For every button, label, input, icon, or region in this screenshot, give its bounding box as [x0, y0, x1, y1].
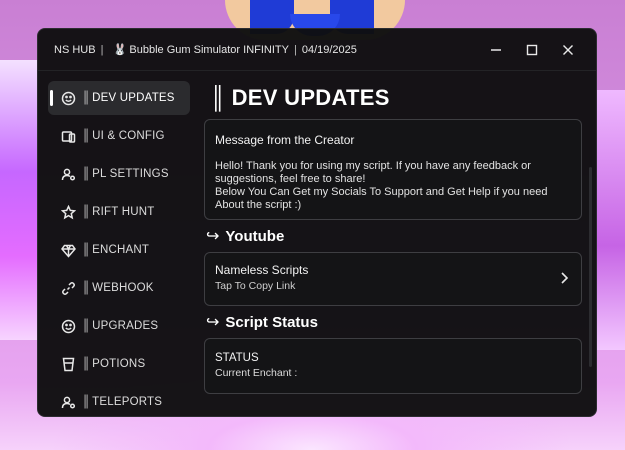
- gem-icon: [60, 242, 76, 258]
- title-pipes: ║: [210, 85, 226, 110]
- maximize-icon: [526, 44, 538, 56]
- message-body: Hello! Thank you for using my script. If…: [215, 160, 571, 212]
- current-enchant-label: Current Enchant :: [215, 367, 298, 379]
- sidebar-item-webhook[interactable]: ║ WEBHOOK: [48, 271, 190, 305]
- label-pipes: ║: [82, 206, 90, 218]
- close-icon: [563, 45, 573, 55]
- sidebar-item-pl-settings[interactable]: ║ PL SETTINGS: [48, 157, 190, 191]
- chevron-right-icon: [559, 271, 569, 290]
- star-icon: [60, 204, 76, 220]
- label-pipes: ║: [82, 168, 90, 180]
- content-scrollbar[interactable]: [589, 167, 592, 367]
- sidebar-item-label: UPGRADES: [92, 320, 159, 332]
- sidebar: ║ DEV UPDATES ║ UI & CONFIG ║ PL SETTING…: [48, 81, 190, 416]
- minimize-button[interactable]: [478, 35, 514, 65]
- sidebar-item-label: DEV UPDATES: [92, 92, 175, 104]
- sidebar-item-label: UI & CONFIG: [92, 130, 165, 142]
- sidebar-item-label: WEBHOOK: [92, 282, 154, 294]
- sidebar-item-dev-updates[interactable]: ║ DEV UPDATES: [48, 81, 190, 115]
- sidebar-item-enchant[interactable]: ║ ENCHANT: [48, 233, 190, 267]
- page-title-text: DEV UPDATES: [231, 85, 390, 110]
- status-title: STATUS: [215, 352, 259, 364]
- label-pipes: ║: [82, 320, 90, 332]
- youtube-subtitle: Tap To Copy Link: [215, 280, 296, 292]
- background-pillar-left: [0, 60, 40, 340]
- devices-icon: [60, 128, 76, 144]
- smile-icon: [60, 90, 76, 106]
- sidebar-item-potions[interactable]: ║ POTIONS: [48, 347, 190, 381]
- section-youtube: ↪ Youtube: [206, 220, 594, 252]
- rabbit-icon: 🐰: [113, 44, 128, 56]
- cup-icon: [60, 356, 76, 372]
- sidebar-item-label: RIFT HUNT: [92, 206, 155, 218]
- content-panel: ║ DEV UPDATES Message from the Creator H…: [204, 81, 594, 416]
- user-settings-icon: [60, 394, 76, 410]
- section-title: Script Status: [225, 313, 318, 331]
- hub-window: NS HUB | 🐰 Bubble Gum Simulator INFINITY…: [37, 28, 597, 417]
- page-title: ║ DEV UPDATES: [210, 81, 594, 115]
- label-pipes: ║: [82, 358, 90, 370]
- status-card: STATUS Current Enchant :: [204, 338, 582, 394]
- section-script-status: ↪ Script Status: [206, 306, 594, 338]
- youtube-title: Nameless Scripts: [215, 263, 309, 277]
- label-pipes: ║: [82, 244, 90, 256]
- label-pipes: ║: [82, 396, 90, 408]
- link-icon: [60, 280, 76, 296]
- user-settings-icon: [60, 166, 76, 182]
- title-separator: |: [293, 43, 297, 56]
- sidebar-item-upgrades[interactable]: ║ UPGRADES: [48, 309, 190, 343]
- label-pipes: ║: [82, 92, 90, 104]
- sidebar-item-ui-config[interactable]: ║ UI & CONFIG: [48, 119, 190, 153]
- sidebar-item-label: PL SETTINGS: [92, 168, 169, 180]
- minimize-icon: [491, 49, 501, 51]
- section-title: Youtube: [225, 227, 285, 245]
- active-indicator: [50, 90, 53, 106]
- sidebar-item-label: POTIONS: [92, 358, 146, 370]
- message-line: Hello! Thank you for using my script. If…: [215, 160, 531, 185]
- sidebar-item-teleports[interactable]: ║ TELEPORTS: [48, 385, 190, 416]
- close-button[interactable]: [550, 35, 586, 65]
- game-title: Bubble Gum Simulator INFINITY: [129, 43, 289, 56]
- message-heading: Message from the Creator: [215, 133, 355, 147]
- sidebar-item-rift-hunt[interactable]: ║ RIFT HUNT: [48, 195, 190, 229]
- sidebar-item-label: TELEPORTS: [92, 396, 163, 408]
- maximize-button[interactable]: [514, 35, 550, 65]
- arrow-return-icon: ↪: [206, 228, 220, 245]
- sidebar-item-label: ENCHANT: [92, 244, 150, 256]
- label-pipes: ║: [82, 130, 90, 142]
- title-separator: |: [100, 43, 104, 56]
- smile-icon: [60, 318, 76, 334]
- youtube-link-button[interactable]: Nameless Scripts Tap To Copy Link: [204, 252, 582, 306]
- window-controls: [478, 29, 586, 71]
- title-date: 04/19/2025: [301, 43, 357, 56]
- title-bar[interactable]: NS HUB | 🐰 Bubble Gum Simulator INFINITY…: [38, 29, 596, 71]
- creator-message-card: Message from the Creator Hello! Thank yo…: [204, 119, 582, 220]
- message-line: Below You Can Get my Socials To Support …: [215, 186, 548, 211]
- arrow-return-icon: ↪: [206, 314, 220, 331]
- background-pillar-right: [595, 90, 625, 350]
- hub-name: NS HUB: [54, 43, 96, 56]
- label-pipes: ║: [82, 282, 90, 294]
